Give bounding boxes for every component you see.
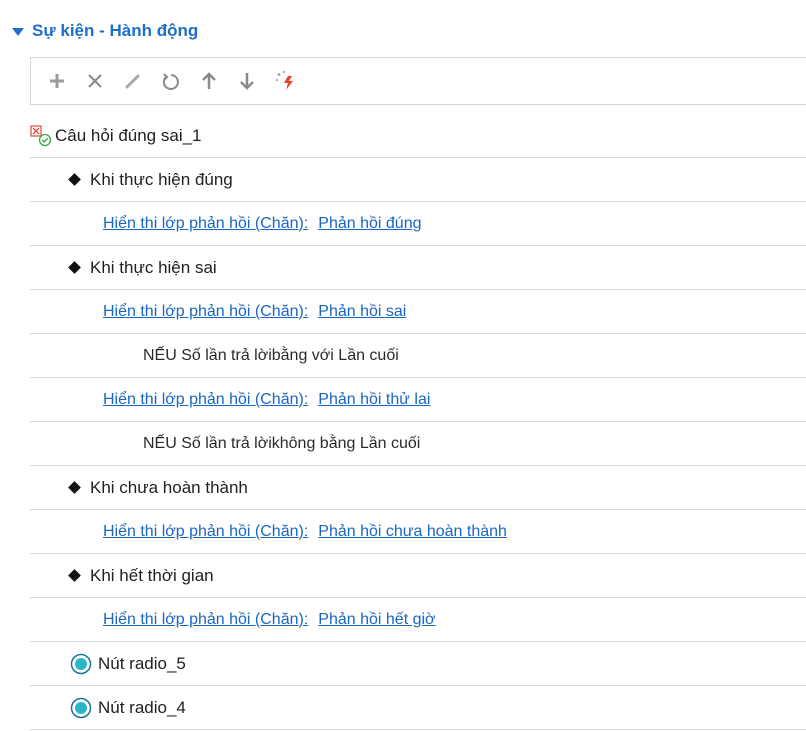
action-link[interactable]: Hiển thi lớp phản hồi (Chăn):: [103, 303, 308, 321]
tree-row-event-incomplete[interactable]: Khi chưa hoàn thành: [30, 466, 806, 510]
condition-label: NẾU Số lần trả lờibằng với Lần cuối: [143, 346, 399, 364]
delete-button[interactable]: [77, 63, 113, 99]
tree-label-root: Câu hỏi đúng sai_1: [55, 125, 202, 145]
tree-row-event-incorrect[interactable]: Khi thực hiện sai: [30, 246, 806, 290]
action-link[interactable]: Hiển thi lớp phản hồi (Chăn):: [103, 391, 308, 409]
event-label: Khi thực hiện đúng: [90, 169, 233, 189]
tree-row-object[interactable]: Nút radio_5: [30, 642, 806, 686]
move-down-button[interactable]: [229, 63, 265, 99]
target-link[interactable]: Phản hồi sai: [318, 303, 406, 321]
pencil-icon: [125, 74, 140, 89]
diamond-bullet-icon: [68, 481, 81, 494]
tree-row-action[interactable]: Hiển thi lớp phản hồi (Chăn): Phản hồi đ…: [30, 202, 806, 246]
target-link[interactable]: Phản hồi đúng: [318, 215, 421, 233]
quiz-true-false-icon: [30, 124, 52, 146]
action-link[interactable]: Hiển thi lớp phản hồi (Chăn):: [103, 523, 308, 541]
panel-header[interactable]: Sự kiện - Hành động: [12, 18, 198, 44]
event-label: Khi chưa hoàn thành: [90, 477, 248, 497]
action-link[interactable]: Hiển thi lớp phản hồi (Chăn):: [103, 215, 308, 233]
condition-label: NẾU Số lần trả lờikhông bằng Lần cuối: [143, 434, 421, 452]
action-link[interactable]: Hiển thi lớp phản hồi (Chăn):: [103, 611, 308, 629]
magic-button[interactable]: [267, 63, 303, 99]
diamond-bullet-icon: [68, 173, 81, 186]
move-up-button[interactable]: [191, 63, 227, 99]
edit-button[interactable]: [115, 63, 151, 99]
tree-row-condition[interactable]: NẾU Số lần trả lờikhông bằng Lần cuối: [30, 422, 806, 466]
tree-row-action[interactable]: Hiển thi lớp phản hồi (Chăn): Phản hồi c…: [30, 510, 806, 554]
collapse-triangle-icon[interactable]: [12, 28, 24, 36]
target-link[interactable]: Phản hồi hết giờ: [318, 611, 435, 629]
tree-row-condition[interactable]: NẾU Số lần trả lờibằng với Lần cuối: [30, 334, 806, 378]
plus-icon: [50, 74, 64, 88]
event-label: Khi hết thời gian: [90, 565, 214, 585]
add-button[interactable]: [39, 63, 75, 99]
toolbar: [30, 57, 806, 105]
sparkle-bolt-icon: [276, 71, 293, 90]
tree-row-object[interactable]: Nút radio_4: [30, 686, 806, 730]
tree-row-action[interactable]: Hiển thi lớp phản hồi (Chăn): Phản hồi h…: [30, 598, 806, 642]
arrow-down-icon: [240, 73, 254, 90]
target-link[interactable]: Phản hồi chưa hoàn thành: [318, 523, 507, 541]
event-action-tree: Câu hỏi đúng sai_1 Khi thực hiện đúng Hi…: [30, 114, 806, 730]
tree-row-root[interactable]: Câu hỏi đúng sai_1: [30, 114, 806, 158]
x-icon: [88, 74, 102, 88]
diamond-bullet-icon: [68, 261, 81, 274]
events-actions-panel: Sự kiện - Hành động Câu hỏi đúng sai_1 K…: [0, 0, 806, 731]
panel-title: Sự kiện - Hành động: [32, 21, 199, 40]
arrow-up-icon: [202, 72, 216, 89]
tree-row-event-timeout[interactable]: Khi hết thời gian: [30, 554, 806, 598]
object-label: Nút radio_4: [98, 697, 186, 717]
target-link[interactable]: Phản hồi thử lai: [318, 391, 430, 409]
undo-button[interactable]: [153, 63, 189, 99]
rotate-icon: [162, 73, 179, 90]
tree-row-action[interactable]: Hiển thi lớp phản hồi (Chăn): Phản hồi s…: [30, 290, 806, 334]
diamond-bullet-icon: [68, 569, 81, 582]
event-label: Khi thực hiện sai: [90, 257, 217, 277]
object-label: Nút radio_5: [98, 653, 186, 673]
tree-row-event-correct[interactable]: Khi thực hiện đúng: [30, 158, 806, 202]
tree-row-action[interactable]: Hiển thi lớp phản hồi (Chăn): Phản hồi t…: [30, 378, 806, 422]
radio-icon: [70, 697, 92, 718]
radio-icon: [70, 653, 92, 674]
